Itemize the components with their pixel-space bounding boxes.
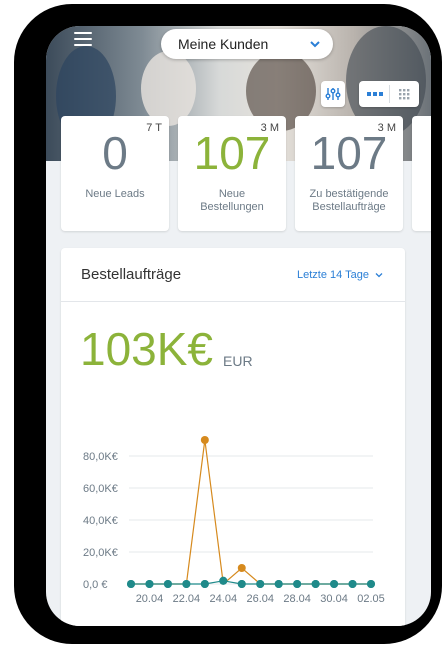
chevron-down-icon (375, 273, 383, 278)
kpi-card-new-orders[interactable]: 3 M 107 Neue Bestellungen (178, 116, 286, 231)
orders-panel: Bestellaufträge Letzte 14 Tage 103K€ EUR… (61, 248, 405, 626)
phone-frame: Meine Kunden 7 T 0 Neue Leads 3 M 107 Ne… (14, 4, 442, 644)
x-tick-label: 26.04 (246, 593, 274, 605)
kpi-card-new-leads[interactable]: 7 T 0 Neue Leads (61, 116, 169, 231)
data-point (330, 580, 339, 588)
data-point (311, 580, 320, 588)
y-tick-label: 0,0 € (83, 579, 107, 591)
kpi-card-orders-to-confirm[interactable]: 3 M 107 Zu bestätigende Bestellaufträge (295, 116, 403, 231)
list-view-icon (367, 92, 383, 96)
series-line (131, 439, 371, 586)
data-point (163, 580, 172, 588)
kpi-label-line1: Zu bestätigende (309, 188, 389, 200)
orders-line-chart: 0,0 € 20,0K€ 40,0K€ 60,0K€ 80,0K€ 20.04 22.04 2… (83, 436, 385, 605)
view-toggle (359, 81, 419, 107)
data-point (274, 580, 283, 588)
x-tick-label: 24.04 (210, 593, 238, 605)
data-point (348, 580, 357, 588)
panel-title: Bestellaufträge (81, 266, 182, 283)
kpi-label: Zu bestätigende Bestellaufträge (295, 188, 403, 214)
period-selector[interactable]: Letzte 14 Tage (297, 269, 383, 281)
menu-icon[interactable] (74, 32, 92, 46)
filter-settings-button[interactable] (321, 81, 345, 107)
kpi-value: 0 (102, 127, 128, 179)
data-point (200, 436, 209, 444)
kpi-value: 107 (193, 127, 271, 179)
customer-filter-dropdown[interactable]: Meine Kunden (161, 29, 333, 59)
y-tick-label: 20,0K€ (83, 547, 118, 559)
total-value: 103K€ (80, 323, 214, 375)
data-point (219, 576, 228, 585)
kpi-label: Neue Leads (61, 188, 169, 201)
y-tick-label: 60,0K€ (83, 483, 118, 495)
total-unit: EUR (223, 353, 253, 369)
data-point (367, 580, 375, 588)
data-point (237, 564, 246, 572)
data-point (200, 580, 209, 588)
x-tick-label: 02.05 (357, 593, 385, 605)
kpi-label: Neue Bestellungen (178, 188, 286, 214)
chevron-down-icon (310, 41, 320, 48)
data-point (145, 580, 154, 588)
kpi-label-line1: Neue Leads (85, 188, 145, 200)
y-tick-label: 40,0K€ (83, 515, 118, 527)
data-point (256, 580, 265, 588)
kpi-label-line2: Bestellaufträge (312, 201, 386, 213)
kpi-label-line1: Neue (218, 188, 246, 200)
x-tick-label: 30.04 (320, 593, 348, 605)
kpi-value: 107 (310, 127, 388, 179)
data-point (237, 580, 246, 588)
divider (61, 301, 405, 302)
app-screen: Meine Kunden 7 T 0 Neue Leads 3 M 107 Ne… (46, 26, 431, 626)
grid-view-button[interactable] (391, 83, 417, 105)
list-view-button[interactable] (361, 83, 388, 105)
data-point (182, 580, 191, 588)
data-point (127, 580, 135, 588)
x-tick-label: 20.04 (136, 593, 164, 605)
grid-view-icon (399, 89, 410, 100)
dropdown-label: Meine Kunden (178, 36, 269, 52)
x-tick-label: 28.04 (283, 593, 311, 605)
data-point (293, 580, 302, 588)
y-tick-label: 80,0K€ (83, 451, 118, 463)
kpi-card-partial[interactable] (412, 116, 431, 231)
kpi-label-line2: Bestellungen (200, 201, 264, 213)
filter-icon (325, 88, 341, 100)
x-tick-label: 22.04 (173, 593, 201, 605)
period-label: Letzte 14 Tage (296, 269, 369, 281)
